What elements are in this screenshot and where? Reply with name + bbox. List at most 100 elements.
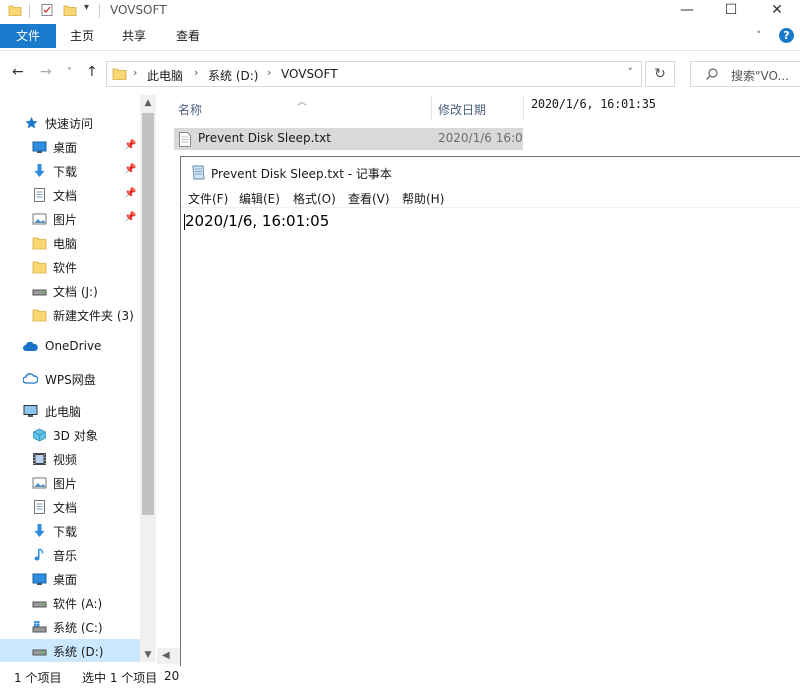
- menu-view[interactable]: 查看(V): [348, 190, 390, 207]
- document-icon: [34, 188, 45, 202]
- nav-label: OneDrive: [45, 339, 102, 353]
- nav-quick-access[interactable]: 快速访问: [0, 111, 140, 135]
- text-file-icon: [179, 132, 191, 147]
- nav-item-pictures-pc[interactable]: 图片: [0, 471, 140, 495]
- chevron-right-icon[interactable]: ›: [194, 66, 198, 79]
- refresh-icon: ↻: [654, 66, 666, 82]
- picture-icon: [32, 477, 47, 489]
- nav-item-videos[interactable]: 视频: [0, 447, 140, 471]
- address-bar[interactable]: › 此电脑 › 系统 (D:) › VOVSOFT ˅: [106, 61, 642, 87]
- expand-ribbon-icon[interactable]: ˅: [756, 29, 762, 42]
- menu-help[interactable]: 帮助(H): [402, 190, 444, 207]
- column-divider[interactable]: [431, 95, 432, 121]
- horizontal-scrollbar[interactable]: ◀: [157, 648, 180, 664]
- nav-label: 快速访问: [45, 117, 94, 131]
- scroll-left-icon[interactable]: ◀: [162, 650, 170, 661]
- menu-edit[interactable]: 编辑(E): [239, 190, 280, 207]
- cloud-icon: [23, 373, 38, 384]
- tab-share[interactable]: 共享: [112, 24, 156, 48]
- nav-label: 图片: [53, 213, 78, 227]
- maximize-button[interactable]: ☐: [708, 0, 754, 22]
- nav-label: 此电脑: [45, 405, 82, 419]
- nav-item-downloads-pc[interactable]: 下载: [0, 519, 140, 543]
- notepad-title: Prevent Disk Sleep.txt - 记事本: [211, 167, 392, 181]
- nav-label: 下载: [53, 525, 78, 539]
- nav-item-new-folder-3[interactable]: 新建文件夹 (3): [0, 303, 140, 327]
- search-icon: [706, 68, 718, 80]
- folder-icon: [8, 5, 22, 16]
- nav-scrollbar[interactable]: ▲ ▼: [140, 95, 156, 662]
- nav-label: 音乐: [53, 549, 78, 563]
- nav-item-desktop[interactable]: 桌面 📌: [0, 135, 140, 159]
- pin-icon[interactable]: 📌: [124, 164, 136, 175]
- nav-item-computer-folder[interactable]: 电脑: [0, 231, 140, 255]
- back-arrow-icon[interactable]: ←: [12, 64, 24, 80]
- nav-item-3d-objects[interactable]: 3D 对象: [0, 423, 140, 447]
- help-icon[interactable]: ?: [779, 28, 794, 43]
- drive-icon: [32, 289, 47, 296]
- forward-arrow-icon[interactable]: →: [40, 64, 52, 80]
- minimize-button[interactable]: —: [664, 0, 710, 22]
- nav-this-pc[interactable]: 此电脑: [0, 399, 140, 423]
- star-icon: [25, 117, 38, 129]
- download-icon: [34, 164, 45, 177]
- nav-item-pictures[interactable]: 图片 📌: [0, 207, 140, 231]
- tab-file[interactable]: 文件: [0, 24, 56, 48]
- video-icon: [33, 453, 46, 465]
- column-header-date[interactable]: 修改日期: [438, 101, 486, 118]
- search-input[interactable]: 搜索"VO...: [690, 61, 800, 87]
- notepad-text-area[interactable]: 2020/1/6, 16:01:05: [181, 207, 800, 667]
- nav-item-desktop-pc[interactable]: 桌面: [0, 567, 140, 591]
- nav-label: WPS网盘: [45, 373, 96, 387]
- pin-icon[interactable]: 📌: [124, 140, 136, 151]
- refresh-button[interactable]: ↻: [645, 61, 675, 87]
- nav-label: 3D 对象: [53, 429, 98, 443]
- tab-view[interactable]: 查看: [166, 24, 210, 48]
- document-icon: [34, 500, 45, 514]
- status-extra: 20: [164, 669, 180, 683]
- breadcrumb-drive[interactable]: 系统 (D:): [208, 67, 258, 84]
- column-header-name[interactable]: 名称: [178, 101, 202, 118]
- nav-item-documents[interactable]: 文档 📌: [0, 183, 140, 207]
- pin-icon[interactable]: 📌: [124, 212, 136, 223]
- chevron-right-icon[interactable]: ›: [133, 66, 137, 79]
- scrollbar-thumb[interactable]: [142, 113, 154, 515]
- nav-item-software-folder[interactable]: 软件: [0, 255, 140, 279]
- file-row[interactable]: Prevent Disk Sleep.txt 2020/1/6 16:01: [174, 128, 523, 150]
- nav-item-drive-a[interactable]: 软件 (A:): [0, 591, 140, 615]
- close-button[interactable]: ✕: [754, 0, 800, 22]
- recent-locations-icon[interactable]: ˅: [67, 67, 72, 78]
- nav-item-drive-d[interactable]: 系统 (D:): [0, 639, 140, 662]
- tab-home[interactable]: 主页: [60, 24, 104, 48]
- nav-label: 图片: [53, 477, 78, 491]
- scroll-down-icon[interactable]: ▼: [140, 650, 156, 660]
- breadcrumb-this-pc[interactable]: 此电脑: [147, 67, 183, 84]
- nav-label: 文档: [53, 501, 78, 515]
- nav-item-music[interactable]: 音乐: [0, 543, 140, 567]
- window-title: VOVSOFT: [110, 3, 167, 17]
- nav-onedrive[interactable]: OneDrive: [0, 335, 140, 359]
- nav-item-documents-pc[interactable]: 文档: [0, 495, 140, 519]
- nav-item-downloads[interactable]: 下载 📌: [0, 159, 140, 183]
- notepad-icon: [192, 165, 205, 180]
- menu-file[interactable]: 文件(F): [188, 190, 228, 207]
- up-arrow-icon[interactable]: ↑: [86, 64, 98, 80]
- chevron-down-icon[interactable]: ˅: [628, 66, 634, 79]
- breadcrumb-folder[interactable]: VOVSOFT: [281, 67, 338, 81]
- customize-toolbar-icon[interactable]: ▾: [84, 2, 89, 13]
- nav-label: 桌面: [53, 573, 78, 587]
- nav-wps-drive[interactable]: WPS网盘: [0, 367, 140, 391]
- chevron-right-icon[interactable]: ›: [267, 66, 271, 79]
- new-folder-icon[interactable]: [63, 3, 77, 17]
- pin-icon[interactable]: 📌: [124, 188, 136, 199]
- drive-icon: [32, 649, 47, 656]
- notepad-content: 2020/1/6, 16:01:05: [185, 212, 330, 230]
- menu-format[interactable]: 格式(O): [293, 190, 336, 207]
- nav-item-drive-j[interactable]: 文档 (J:): [0, 279, 140, 303]
- nav-item-drive-c[interactable]: 系统 (C:): [0, 615, 140, 639]
- scroll-up-icon[interactable]: ▲: [140, 98, 156, 108]
- column-divider[interactable]: [523, 95, 524, 121]
- file-date: 2020/1/6 16:01: [438, 131, 523, 145]
- folder-icon: [32, 309, 47, 322]
- properties-icon[interactable]: [40, 3, 54, 17]
